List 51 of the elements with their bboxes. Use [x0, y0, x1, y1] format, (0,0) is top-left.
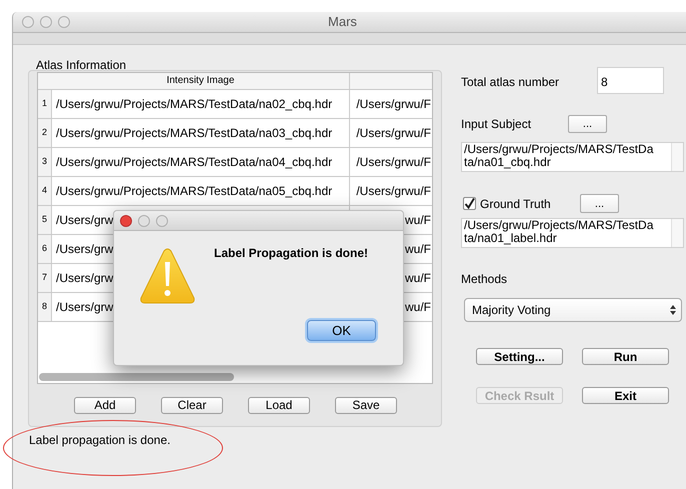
close-button[interactable]: [120, 214, 132, 226]
row-number: 5: [38, 206, 52, 234]
section-label: Methods: [461, 271, 508, 288]
table-cell: wu/F: [404, 213, 431, 227]
panel-button[interactable]: Add: [74, 397, 136, 414]
table-cell: /Users/grwu/Projects/MARS/TestData/na05_cbq.hdr: [52, 177, 350, 205]
row-number: 1: [38, 90, 52, 118]
minimize-button[interactable]: [138, 214, 150, 226]
action-button[interactable]: Exit: [582, 387, 669, 404]
action-button[interactable]: Setting...: [476, 348, 563, 365]
browse-button[interactable]: ...: [568, 115, 607, 133]
action-button[interactable]: Run: [582, 348, 669, 365]
table-cell: /Users/grwu/Projects/MARS/TestData/na04_cbq.hdr: [52, 148, 350, 176]
field-label: Input Subject: [461, 116, 532, 133]
checkbox-label: Ground Truth: [480, 196, 552, 212]
minimize-button[interactable]: [40, 16, 52, 28]
table-cell: wu/F: [404, 242, 431, 256]
method-dropdown[interactable]: Majority Voting: [464, 298, 682, 322]
panel-button[interactable]: Load: [248, 397, 310, 414]
panel-button[interactable]: Save: [335, 397, 397, 414]
panel-title: Atlas Information: [36, 58, 126, 72]
table-cell: /Users/grwu/F: [356, 126, 431, 140]
row-number: 4: [38, 177, 52, 205]
table-cell: /Users/grwu/F: [356, 184, 431, 198]
checkbox[interactable]: [463, 197, 476, 210]
path-field[interactable]: /Users/grwu/Projects/MARS/TestData/na01_label.hdr: [461, 218, 684, 248]
row-number: 7: [38, 264, 52, 292]
field-label: Total atlas number: [461, 74, 560, 91]
status-text: Label propagation is done.: [29, 432, 170, 449]
table-cell: /Users/grwu/Projects/MARS/TestData/na03_cbq.hdr: [52, 119, 350, 147]
ok-button[interactable]: OK: [307, 320, 376, 341]
window-title: Mars: [328, 13, 357, 32]
row-number: 8: [38, 293, 52, 321]
row-number: 6: [38, 235, 52, 263]
row-number: 2: [38, 119, 52, 147]
number-field[interactable]: 8: [597, 67, 664, 94]
column-header: Intensity Image: [52, 73, 350, 89]
table-cell: wu/F: [404, 271, 431, 285]
table-cell: /Users/grwu/F: [356, 155, 431, 169]
zoom-button[interactable]: [156, 214, 168, 226]
stepper-arrows-icon: [670, 305, 676, 315]
warning-icon: [140, 248, 195, 304]
zoom-button[interactable]: [58, 16, 70, 28]
row-number: 3: [38, 148, 52, 176]
table-cell: wu/F: [404, 300, 431, 314]
path-field[interactable]: /Users/grwu/Projects/MARS/TestData/na01_cbq.hdr: [461, 142, 684, 172]
scrollbar-thumb[interactable]: [39, 373, 234, 381]
browse-button[interactable]: ...: [580, 194, 619, 213]
table-cell: /Users/grwu/Projects/MARS/TestData/na02_cbq.hdr: [52, 90, 350, 118]
panel-button[interactable]: Clear: [161, 397, 223, 414]
table-cell: /Users/grwu/F: [356, 97, 431, 111]
